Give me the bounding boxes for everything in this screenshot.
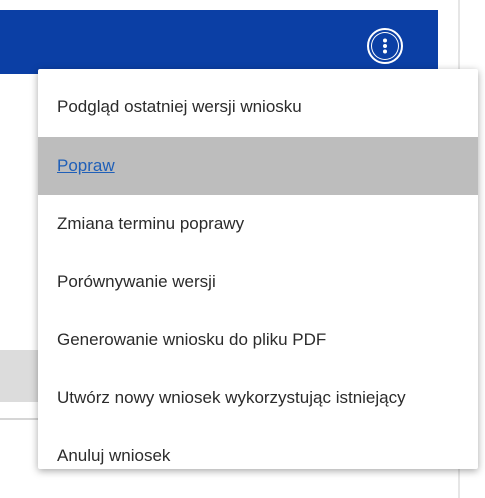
menu-item-create-from-existing[interactable]: Utwórz nowy wniosek wykorzystując istnie… bbox=[38, 369, 478, 427]
menu-item-generate-pdf[interactable]: Generowanie wniosku do pliku PDF bbox=[38, 311, 478, 369]
menu-item-cancel-application[interactable]: Anuluj wniosek bbox=[38, 427, 478, 485]
background-divider bbox=[0, 418, 40, 420]
actions-dropdown-menu: Podgląd ostatniej wersji wniosku Popraw … bbox=[38, 69, 478, 469]
menu-item-preview-last-version[interactable]: Podgląd ostatniej wersji wniosku bbox=[38, 69, 478, 137]
menu-item-label: Zmiana terminu poprawy bbox=[57, 214, 245, 233]
more-actions-button[interactable] bbox=[367, 28, 403, 64]
kebab-vertical-icon-svg bbox=[372, 33, 398, 59]
menu-item-label: Utwórz nowy wniosek wykorzystując istnie… bbox=[57, 388, 406, 407]
menu-item-label: Generowanie wniosku do pliku PDF bbox=[57, 330, 327, 349]
menu-item-label: Porównywanie wersji bbox=[57, 272, 216, 291]
menu-item-label: Anuluj wniosek bbox=[57, 446, 171, 465]
menu-item-label: Popraw bbox=[57, 156, 115, 175]
menu-item-change-correction-deadline[interactable]: Zmiana terminu poprawy bbox=[38, 195, 478, 253]
kebab-vertical-icon bbox=[371, 32, 399, 60]
menu-item-label: Podgląd ostatniej wersji wniosku bbox=[57, 97, 302, 116]
menu-item-compare-versions[interactable]: Porównywanie wersji bbox=[38, 253, 478, 311]
menu-item-correct[interactable]: Popraw bbox=[38, 137, 478, 195]
background-row-highlight bbox=[0, 350, 40, 402]
